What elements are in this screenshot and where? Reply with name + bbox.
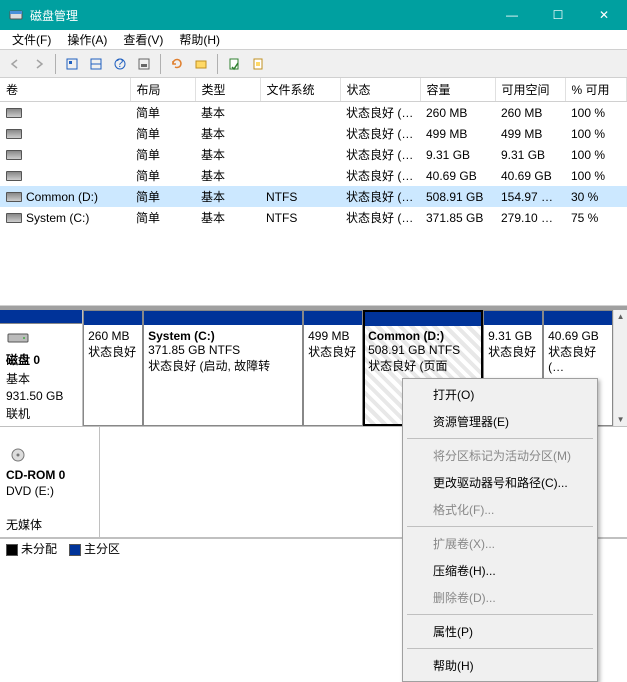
menu-separator <box>407 438 593 439</box>
volume-icon <box>6 213 22 223</box>
forward-button[interactable] <box>28 53 50 75</box>
disk-0-state: 联机 <box>6 405 76 422</box>
help-icon[interactable]: ? <box>109 53 131 75</box>
volume-row[interactable]: System (C:)简单基本NTFS状态良好 (…371.85 GB279.1… <box>0 207 627 228</box>
cdrom-state: 无媒体 <box>6 516 93 533</box>
partition[interactable]: 260 MB 状态良好 <box>83 310 143 426</box>
context-menu-item[interactable]: 资源管理器(E) <box>405 408 595 435</box>
disk-0-header[interactable]: 磁盘 0 基本 931.50 GB 联机 <box>0 310 83 426</box>
partition-status: 状态良好 (页面 <box>368 359 447 373</box>
menu-separator <box>407 648 593 649</box>
col-pct[interactable]: % 可用 <box>565 78 627 102</box>
disk-icon <box>6 330 76 349</box>
context-menu[interactable]: 打开(O)资源管理器(E) 将分区标记为活动分区(M)更改驱动器号和路径(C)..… <box>402 378 598 682</box>
minimize-button[interactable]: — <box>489 0 535 30</box>
context-menu-item[interactable]: 打开(O) <box>405 381 595 408</box>
partition-status: 状态良好 <box>488 345 536 359</box>
partition-status: 状态良好 <box>308 345 356 359</box>
scroll-down-icon[interactable]: ▼ <box>617 415 625 424</box>
back-button[interactable] <box>4 53 26 75</box>
legend-primary: 主分区 <box>69 540 120 557</box>
window-title: 磁盘管理 <box>30 7 489 24</box>
menu-bar: 文件(F) 操作(A) 查看(V) 帮助(H) <box>0 30 627 50</box>
cdrom-icon <box>6 447 93 466</box>
partition[interactable]: 499 MB 状态良好 <box>303 310 363 426</box>
partition-status: 状态良好 (启动, 故障转 <box>148 359 270 373</box>
col-capacity[interactable]: 容量 <box>420 78 495 102</box>
volume-icon <box>6 129 22 139</box>
partition-size: 371.85 GB NTFS <box>148 343 240 357</box>
partition-title: Common (D:) <box>368 329 444 343</box>
volume-row[interactable]: Common (D:)简单基本NTFS状态良好 (…508.91 GB154.9… <box>0 186 627 207</box>
tb-icon-4[interactable] <box>133 53 155 75</box>
disk-0-type: 基本 <box>6 370 76 387</box>
svg-text:?: ? <box>117 57 124 70</box>
partition-size: 499 MB <box>308 329 349 343</box>
menu-separator <box>407 526 593 527</box>
cdrom-type: DVD (E:) <box>6 484 93 498</box>
close-button[interactable]: ✕ <box>581 0 627 30</box>
volume-icon <box>6 171 22 181</box>
volume-row[interactable]: 简单基本状态良好 (…40.69 GB40.69 GB100 % <box>0 165 627 186</box>
col-volume[interactable]: 卷 <box>0 78 130 102</box>
scroll-up-icon[interactable]: ▲ <box>617 312 625 321</box>
col-fs[interactable]: 文件系统 <box>260 78 340 102</box>
disk-0-label: 磁盘 0 <box>6 351 76 368</box>
col-free[interactable]: 可用空间 <box>495 78 565 102</box>
toolbar: ? <box>0 50 627 78</box>
disk-0-size: 931.50 GB <box>6 389 76 403</box>
title-bar: 磁盘管理 — ☐ ✕ <box>0 0 627 30</box>
col-layout[interactable]: 布局 <box>130 78 195 102</box>
column-headers[interactable]: 卷 布局 类型 文件系统 状态 容量 可用空间 % 可用 <box>0 78 627 102</box>
col-type[interactable]: 类型 <box>195 78 260 102</box>
context-menu-item[interactable]: 属性(P) <box>405 618 595 645</box>
volume-row[interactable]: 简单基本状态良好 (…499 MB499 MB100 % <box>0 123 627 144</box>
col-status[interactable]: 状态 <box>340 78 420 102</box>
context-menu-item: 格式化(F)... <box>405 496 595 523</box>
context-menu-item: 删除卷(D)... <box>405 584 595 611</box>
partition-size: 260 MB <box>88 329 129 343</box>
context-menu-item[interactable]: 更改驱动器号和路径(C)... <box>405 469 595 496</box>
partition-size: 9.31 GB <box>488 329 532 343</box>
tb-icon-7[interactable] <box>223 53 245 75</box>
maximize-button[interactable]: ☐ <box>535 0 581 30</box>
refresh-icon[interactable] <box>166 53 188 75</box>
menu-view[interactable]: 查看(V) <box>115 29 171 50</box>
tb-icon-2[interactable] <box>85 53 107 75</box>
menu-separator <box>407 614 593 615</box>
tb-icon-1[interactable] <box>61 53 83 75</box>
partition-size: 40.69 GB <box>548 329 599 343</box>
context-menu-item: 将分区标记为活动分区(M) <box>405 442 595 469</box>
volume-row[interactable]: 简单基本状态良好 (…9.31 GB9.31 GB100 % <box>0 144 627 165</box>
menu-action[interactable]: 操作(A) <box>59 29 115 50</box>
menu-help[interactable]: 帮助(H) <box>171 29 228 50</box>
cdrom-header[interactable]: CD-ROM 0 DVD (E:) 无媒体 <box>0 427 100 537</box>
context-menu-item[interactable]: 帮助(H) <box>405 652 595 679</box>
context-menu-item: 扩展卷(X)... <box>405 530 595 557</box>
tb-icon-6[interactable] <box>190 53 212 75</box>
volume-icon <box>6 150 22 160</box>
volume-row[interactable]: 简单基本状态良好 (…260 MB260 MB100 % <box>0 102 627 124</box>
context-menu-item[interactable]: 压缩卷(H)... <box>405 557 595 584</box>
partition-size: 508.91 GB NTFS <box>368 343 460 357</box>
partition-title: System (C:) <box>148 329 215 343</box>
legend-unallocated: 未分配 <box>6 540 57 557</box>
cdrom-label: CD-ROM 0 <box>6 468 93 482</box>
disk-scrollbar[interactable]: ▲ ▼ <box>613 310 627 426</box>
menu-file[interactable]: 文件(F) <box>4 29 59 50</box>
volume-icon <box>6 108 22 118</box>
partition-status: 状态良好 (… <box>548 345 596 374</box>
volume-icon <box>6 192 22 202</box>
partition-status: 状态良好 <box>88 345 136 359</box>
partition[interactable]: System (C:)371.85 GB NTFS 状态良好 (启动, 故障转 <box>143 310 303 426</box>
app-icon <box>8 7 24 23</box>
tb-icon-8[interactable] <box>247 53 269 75</box>
volume-list[interactable]: 卷 布局 类型 文件系统 状态 容量 可用空间 % 可用 简单基本状态良好 (…… <box>0 78 627 306</box>
